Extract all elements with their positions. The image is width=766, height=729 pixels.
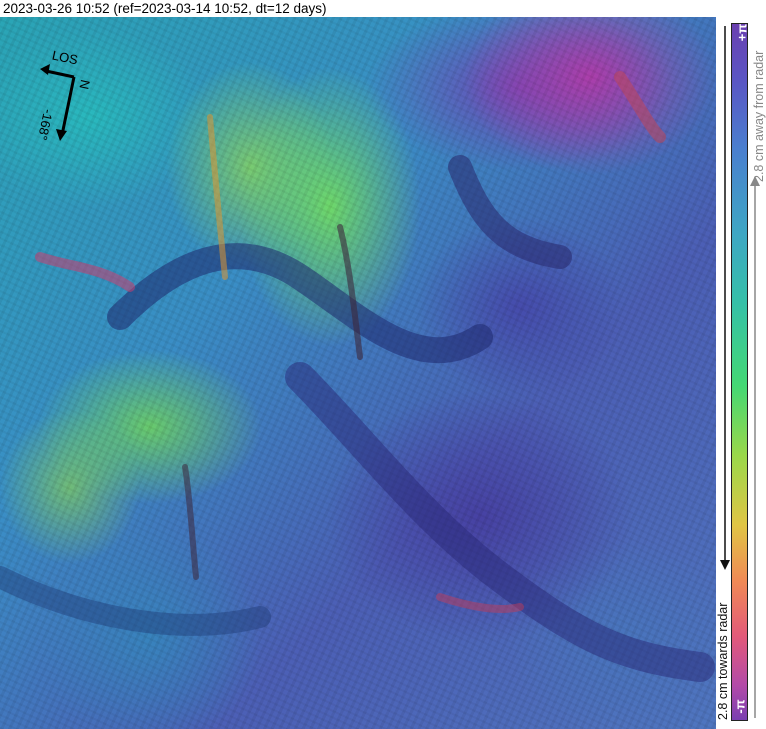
los-arrowhead bbox=[40, 64, 50, 75]
colorbar-min-label: -π bbox=[732, 699, 748, 714]
colorbar-away-label: 2.8 cm away from radar bbox=[752, 50, 766, 182]
colorbar-towards-label: 2.8 cm towards radar bbox=[716, 602, 730, 720]
north-arrow bbox=[60, 76, 76, 136]
colorbar-max-label: +π bbox=[734, 23, 750, 42]
away-axis-line bbox=[754, 186, 756, 718]
los-arrow bbox=[45, 69, 75, 79]
north-arrowhead bbox=[56, 129, 67, 141]
towards-axis-line bbox=[724, 26, 726, 564]
phase-colorbar bbox=[731, 23, 748, 721]
figure-title: 2023-03-26 10:52 (ref=2023-03-14 10:52, … bbox=[3, 1, 327, 16]
interferogram-map[interactable]: LOS N -168° bbox=[0, 17, 716, 729]
compass bbox=[40, 64, 76, 141]
